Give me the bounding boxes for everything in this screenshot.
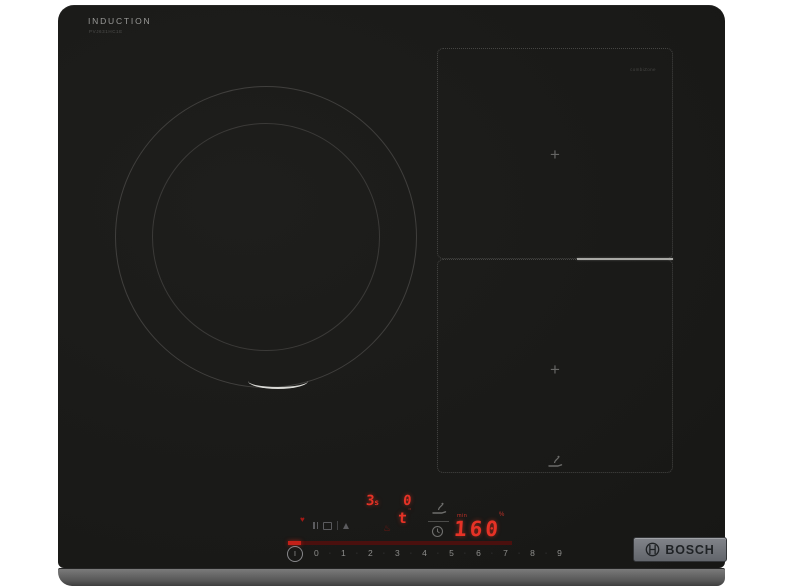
left-zone-front-marker [248, 373, 308, 389]
power-level-4[interactable]: 4 [422, 548, 427, 558]
slider-active-segment [288, 541, 301, 545]
lock-icon[interactable] [323, 521, 332, 530]
timer-setup-display: 3s [365, 493, 380, 509]
power-level-9[interactable]: 9 [557, 548, 562, 558]
keep-warm-icon: ♨ [383, 523, 392, 533]
level-separator: · [436, 549, 440, 557]
power-level-row[interactable]: 0 · 1 · 2 · 3 · 4 · 5 · 6 · 7 · 8 · 9 [314, 548, 562, 558]
flex-zone-divider-highlight [577, 258, 673, 260]
boost-icon[interactable] [343, 522, 349, 529]
timer-clock-button[interactable] [431, 525, 444, 538]
timer-value-display: 160 [453, 517, 502, 541]
panel-divider-line [428, 521, 449, 522]
induction-label: INDUCTION [88, 16, 152, 26]
plus-marker-upper: + [550, 145, 560, 164]
power-level-3[interactable]: 3 [395, 548, 400, 558]
level-separator: · [463, 549, 467, 557]
temp-indicator-display: t¨ [397, 508, 413, 527]
cluster-divider [337, 521, 338, 530]
pause-icon[interactable] [313, 522, 318, 529]
bosch-anchor-icon [645, 542, 660, 557]
function-key-cluster [313, 520, 349, 531]
level-separator: · [355, 549, 359, 557]
cooktop-glass: INDUCTION PVJ631HC1E combiZone + + ♥ 3s … [58, 5, 727, 568]
left-zone-inner-ring [152, 123, 380, 351]
level-separator: · [490, 549, 494, 557]
level-separator: · [382, 549, 386, 557]
pan-transfer-button[interactable] [430, 499, 448, 517]
combizone-label: combiZone [630, 67, 656, 72]
power-level-7[interactable]: 7 [503, 548, 508, 558]
power-level-6[interactable]: 6 [476, 548, 481, 558]
level-separator: · [328, 549, 332, 557]
power-symbol: I [294, 550, 296, 558]
power-button[interactable]: I [287, 546, 303, 562]
power-level-0[interactable]: 0 [314, 548, 319, 558]
heat-indicator-icon: ♥ [300, 515, 305, 524]
power-level-1[interactable]: 1 [341, 548, 346, 558]
power-slider-strip[interactable] [288, 541, 512, 545]
bosch-logo-plate: BOSCH [633, 537, 727, 562]
power-level-5[interactable]: 5 [449, 548, 454, 558]
power-level-8[interactable]: 8 [530, 548, 535, 558]
model-code: PVJ631HC1E [89, 29, 123, 34]
level-separator: · [544, 549, 548, 557]
power-level-2[interactable]: 2 [368, 548, 373, 558]
move-pan-icon [546, 452, 564, 470]
level-separator: · [409, 549, 413, 557]
level-separator: · [517, 549, 521, 557]
level-display: 0 [402, 493, 412, 509]
plus-marker-lower: + [550, 360, 560, 379]
bosch-wordmark: BOSCH [665, 542, 715, 557]
product-photo: INDUCTION PVJ631HC1E combiZone + + ♥ 3s … [0, 0, 786, 587]
front-metal-edge [58, 568, 725, 586]
